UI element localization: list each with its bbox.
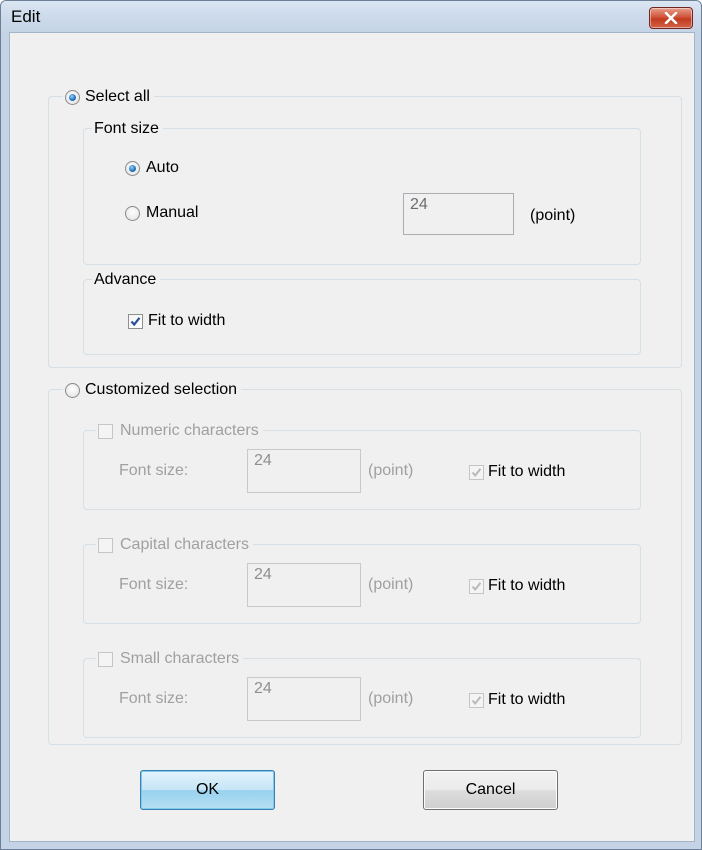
small-characters-label: Small characters: [120, 650, 240, 667]
auto-radio[interactable]: [125, 160, 140, 176]
auto-label: Auto: [146, 159, 179, 176]
font-size-group: Font size Auto Manual 24 (point): [83, 118, 641, 265]
numeric-characters-group: Numeric characters Font size: 24 (point)…: [83, 420, 641, 510]
auto-option[interactable]: Auto: [125, 159, 179, 177]
edit-dialog: Edit Select all Font size Auto Manual 24…: [0, 0, 702, 850]
checkmark-icon: [471, 581, 482, 591]
capital-characters-group: Capital characters Font size: 24 (point)…: [83, 534, 641, 624]
numeric-characters-checkbox[interactable]: [98, 423, 113, 439]
numeric-font-size-label: Font size:: [119, 462, 189, 479]
capital-fit-to-width-option[interactable]: Fit to width: [469, 577, 565, 595]
numeric-fit-to-width-label: Fit to width: [488, 463, 566, 480]
manual-font-size-input[interactable]: 24: [403, 193, 514, 235]
title-bar[interactable]: Edit: [1, 1, 701, 33]
capital-unit-label: (point): [368, 576, 414, 593]
small-characters-option[interactable]: Small characters: [96, 648, 244, 670]
fit-to-width-checkbox[interactable]: [128, 313, 143, 329]
numeric-font-size-input[interactable]: 24: [247, 449, 361, 493]
advance-group-title: Advance: [94, 271, 157, 288]
small-fit-to-width-checkbox[interactable]: [469, 692, 484, 708]
cancel-button[interactable]: Cancel: [423, 770, 558, 810]
checkmark-icon: [130, 316, 141, 326]
capital-fit-to-width-checkbox[interactable]: [469, 578, 484, 594]
capital-fit-to-width-label: Fit to width: [488, 577, 566, 594]
small-fit-to-width-option[interactable]: Fit to width: [469, 691, 565, 709]
close-icon: [664, 12, 678, 24]
font-size-group-title: Font size: [94, 120, 159, 137]
numeric-fit-to-width-checkbox[interactable]: [469, 464, 484, 480]
window-title: Edit: [11, 7, 41, 26]
small-unit-label: (point): [368, 690, 414, 707]
capital-font-size-label: Font size:: [119, 576, 189, 593]
manual-radio[interactable]: [125, 205, 140, 221]
capital-font-size-input[interactable]: 24: [247, 563, 361, 607]
select-all-option[interactable]: Select all: [63, 86, 154, 108]
font-size-legend: Font size: [92, 118, 163, 140]
capital-characters-checkbox[interactable]: [98, 537, 113, 553]
ok-button[interactable]: OK: [140, 770, 275, 810]
select-all-label: Select all: [85, 88, 150, 105]
customized-selection-group: Customized selection Numeric characters …: [48, 379, 682, 745]
small-characters-group: Small characters Font size: 24 (point) F…: [83, 648, 641, 738]
numeric-unit-label: (point): [368, 462, 414, 479]
checkmark-icon: [471, 695, 482, 705]
customized-selection-radio[interactable]: [65, 382, 80, 398]
advance-group: Advance Fit to width: [83, 269, 641, 355]
customized-selection-label: Customized selection: [85, 381, 238, 398]
customized-selection-option[interactable]: Customized selection: [63, 379, 242, 401]
numeric-characters-option[interactable]: Numeric characters: [96, 420, 263, 442]
advance-legend: Advance: [92, 269, 161, 291]
close-button[interactable]: [649, 7, 693, 29]
select-all-group: Select all Font size Auto Manual 24 (poi…: [48, 86, 682, 368]
small-fit-to-width-label: Fit to width: [488, 691, 566, 708]
fit-to-width-option[interactable]: Fit to width: [128, 312, 225, 330]
manual-unit-label: (point): [530, 207, 576, 224]
select-all-radio[interactable]: [65, 89, 80, 105]
dialog-body: Select all Font size Auto Manual 24 (poi…: [9, 32, 695, 842]
capital-characters-label: Capital characters: [120, 536, 249, 553]
capital-characters-option[interactable]: Capital characters: [96, 534, 253, 556]
numeric-fit-to-width-option[interactable]: Fit to width: [469, 463, 565, 481]
manual-option[interactable]: Manual: [125, 204, 198, 222]
small-font-size-input[interactable]: 24: [247, 677, 361, 721]
small-characters-checkbox[interactable]: [98, 651, 113, 667]
manual-label: Manual: [146, 204, 199, 221]
fit-to-width-label: Fit to width: [148, 312, 226, 329]
numeric-characters-label: Numeric characters: [120, 422, 259, 439]
checkmark-icon: [471, 467, 482, 477]
small-font-size-label: Font size:: [119, 690, 189, 707]
